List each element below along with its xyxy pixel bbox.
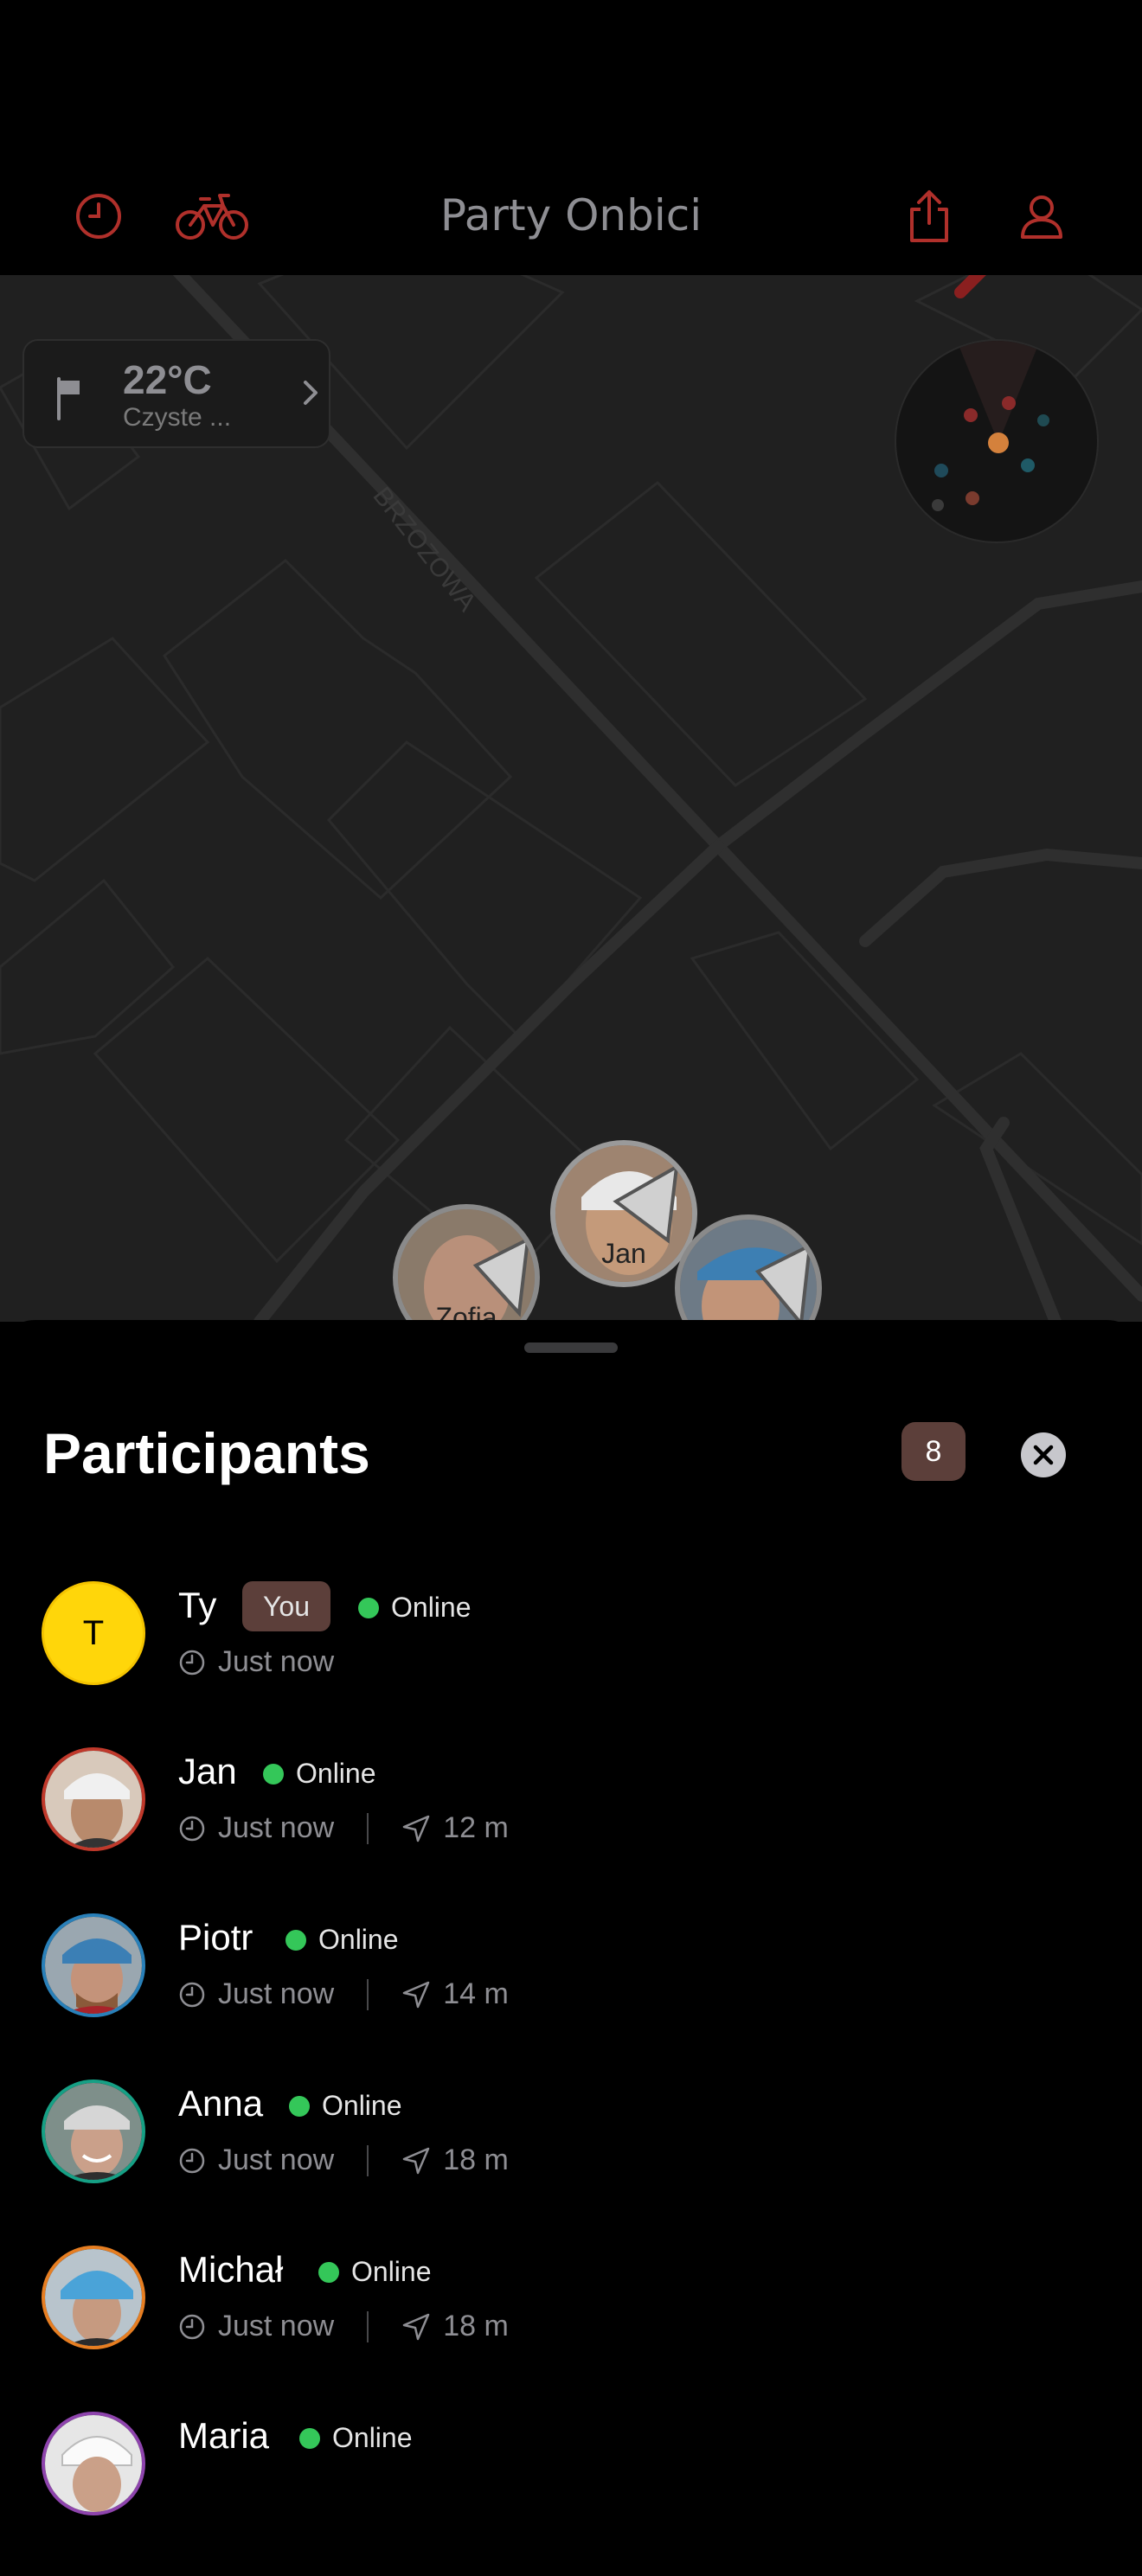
flag-icon <box>57 377 80 420</box>
participant-meta: Just now <box>178 1645 334 1679</box>
participant-meta: Just now 14 m <box>178 1977 509 2011</box>
you-badge: You <box>242 1581 330 1631</box>
last-seen: Just now <box>218 2310 335 2342</box>
map-marker-jan[interactable]: Jan <box>550 1140 697 1287</box>
last-seen: Just now <box>218 2143 335 2176</box>
divider <box>367 1978 369 2010</box>
weather-temperature: 22°C <box>123 357 212 402</box>
participants-sheet: Participants 8 T Ty You Online Just now … <box>0 1320 1142 2515</box>
online-status: Online <box>358 1592 472 1624</box>
last-seen: Just now <box>218 1977 335 2010</box>
distance: 18 m <box>443 2143 509 2176</box>
chevron-right-icon <box>304 381 318 405</box>
close-icon <box>1033 1445 1054 1465</box>
participant-name: Piotr <box>178 1917 253 1958</box>
profile-icon[interactable] <box>1007 182 1076 251</box>
distance: 18 m <box>443 2310 509 2342</box>
participant-row[interactable]: Maria Online <box>0 2412 1142 2576</box>
participant-name: Maria <box>178 2415 270 2456</box>
last-seen: Just now <box>218 1645 335 1678</box>
participant-row[interactable]: Jan Online Just now 12 m <box>0 1747 1142 1912</box>
radar-dots <box>932 341 1049 511</box>
participant-name: Ty <box>178 1585 217 1625</box>
avatar <box>42 1913 145 2017</box>
online-status: Online <box>286 1924 399 1956</box>
clock-icon <box>179 2314 205 2339</box>
online-status: Online <box>263 1758 376 1790</box>
share-icon[interactable] <box>895 182 964 251</box>
weather-description: Czyste ... <box>123 403 232 432</box>
participant-row[interactable]: Anna Online Just now 18 m <box>0 2079 1142 2244</box>
online-dot <box>358 1597 379 1618</box>
app-title: Party Onbici <box>439 190 703 240</box>
online-dot <box>318 2261 339 2283</box>
online-status: Online <box>318 2256 432 2288</box>
participant-meta: Just now 18 m <box>178 2143 509 2177</box>
online-dot <box>286 1929 306 1951</box>
street-label: BRZOZOWA <box>367 482 481 617</box>
online-dot <box>263 1763 284 1785</box>
participant-meta: Just now 12 m <box>178 1811 509 1845</box>
avatar <box>42 1747 145 1851</box>
participant-row[interactable]: T Ty You Online Just now <box>0 1581 1142 1746</box>
location-arrow-icon <box>402 1815 430 1842</box>
avatar <box>42 2246 145 2349</box>
last-seen: Just now <box>218 1811 335 1844</box>
avatar: T <box>42 1581 145 1685</box>
sheet-drag-handle[interactable] <box>524 1342 618 1353</box>
participant-name: Michał <box>178 2249 284 2290</box>
sheet-title: Participants <box>43 1421 370 1485</box>
avatar <box>42 2412 145 2515</box>
participant-row[interactable]: Piotr Online Just now 14 m <box>0 1913 1142 2078</box>
avatar <box>42 2079 145 2183</box>
participant-meta: Just now 18 m <box>178 2310 509 2343</box>
clock-icon <box>179 1982 205 2007</box>
marker-label: Jan <box>601 1238 646 1269</box>
marker-label: Zofia <box>435 1302 497 1322</box>
divider <box>367 2144 369 2176</box>
radar-minimap[interactable] <box>895 339 1099 543</box>
close-button[interactable] <box>1021 1432 1066 1477</box>
weather-card[interactable]: 22°C Czyste ... <box>22 339 330 448</box>
participant-count-badge: 8 <box>901 1422 966 1481</box>
online-dot <box>299 2427 320 2449</box>
location-arrow-icon <box>402 2147 430 2174</box>
clock-icon <box>179 2148 205 2173</box>
online-status: Online <box>299 2422 413 2454</box>
online-dot <box>289 2095 310 2117</box>
clock-icon <box>179 1816 205 1841</box>
distance: 14 m <box>443 1977 509 2010</box>
location-arrow-icon <box>402 2313 430 2340</box>
participant-row[interactable]: Michał Online Just now 18 m <box>0 2246 1142 2410</box>
participant-name: Anna <box>178 2083 264 2124</box>
location-arrow-icon <box>402 1981 430 2008</box>
participant-name: Jan <box>178 1751 237 1791</box>
divider <box>367 1812 369 1844</box>
top-bar: Party Onbici <box>0 0 1142 275</box>
divider <box>367 2310 369 2342</box>
clock-icon <box>179 1650 205 1675</box>
online-status: Online <box>289 2090 402 2122</box>
avatar-initial: T <box>82 1613 105 1652</box>
distance: 12 m <box>443 1811 509 1844</box>
